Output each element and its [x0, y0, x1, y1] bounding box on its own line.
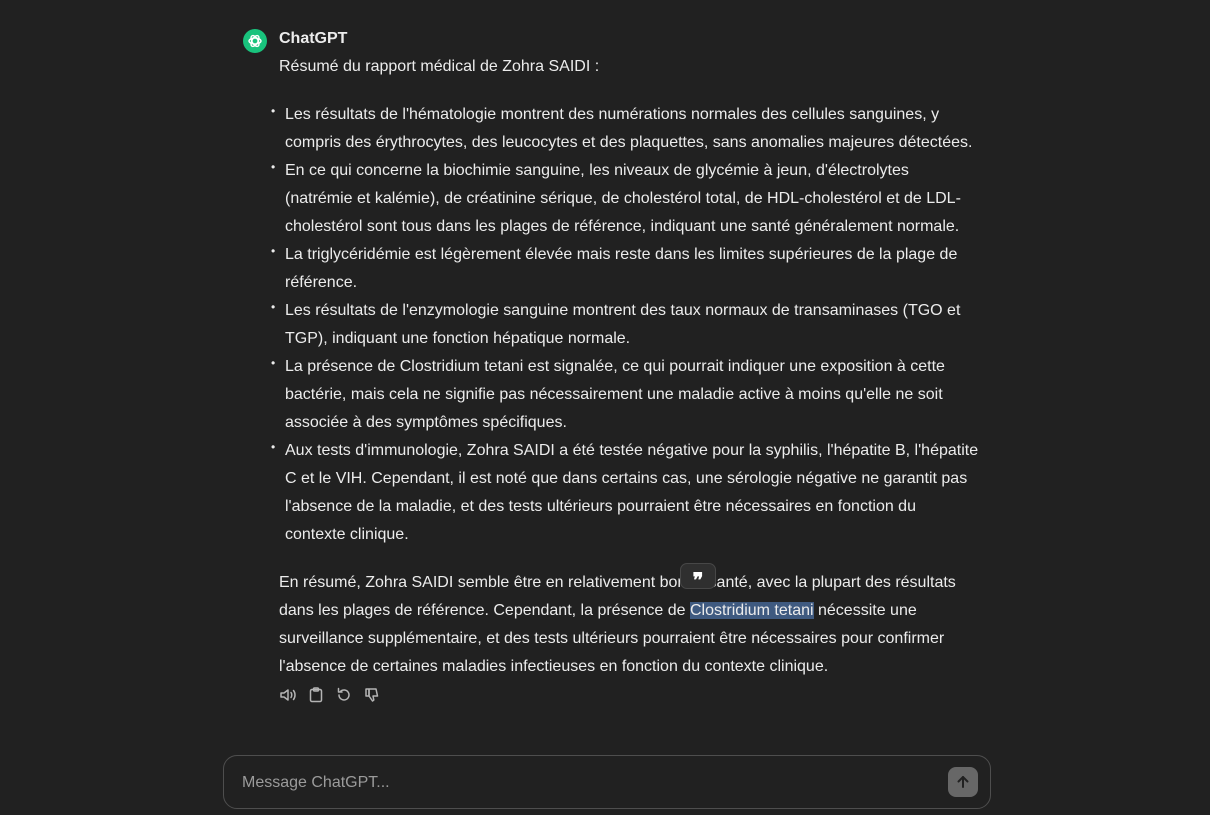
arrow-up-icon	[957, 776, 969, 788]
send-button[interactable]	[948, 767, 978, 797]
selected-text[interactable]: Clostridium tetani	[689, 602, 814, 619]
message-intro: Résumé du rapport médical de Zohra SAIDI…	[279, 58, 600, 75]
speaker-icon[interactable]	[279, 686, 297, 704]
message-content: Résumé du rapport médical de Zohra SAIDI…	[271, 53, 979, 681]
message-actions	[279, 686, 381, 704]
list-item: Aux tests d'immunologie, Zohra SAIDI a é…	[271, 437, 979, 549]
regenerate-icon[interactable]	[335, 686, 353, 704]
list-item: En ce qui concerne la biochimie sanguine…	[271, 157, 979, 241]
message-composer	[223, 755, 991, 810]
list-item: La triglycéridémie est légèrement élevée…	[271, 241, 979, 297]
message-input[interactable]	[240, 756, 934, 810]
sender-name: ChatGPT	[279, 30, 348, 47]
list-item: Les résultats de l'hématologie montrent …	[271, 101, 979, 157]
chatgpt-logo-icon	[243, 29, 267, 53]
chat-page: ChatGPT Résumé du rapport médical de Zoh…	[0, 0, 1210, 815]
list-item: La présence de Clostridium tetani est si…	[271, 353, 979, 437]
quote-button[interactable]: ❞	[680, 563, 716, 592]
clipboard-icon[interactable]	[307, 686, 325, 704]
message-summary: En résumé, Zohra SAIDI semble être en re…	[279, 569, 979, 681]
list-item: Les résultats de l'enzymologie sanguine …	[271, 297, 979, 353]
thumbs-down-icon[interactable]	[363, 686, 381, 704]
bullet-list: Les résultats de l'hématologie montrent …	[271, 101, 979, 549]
